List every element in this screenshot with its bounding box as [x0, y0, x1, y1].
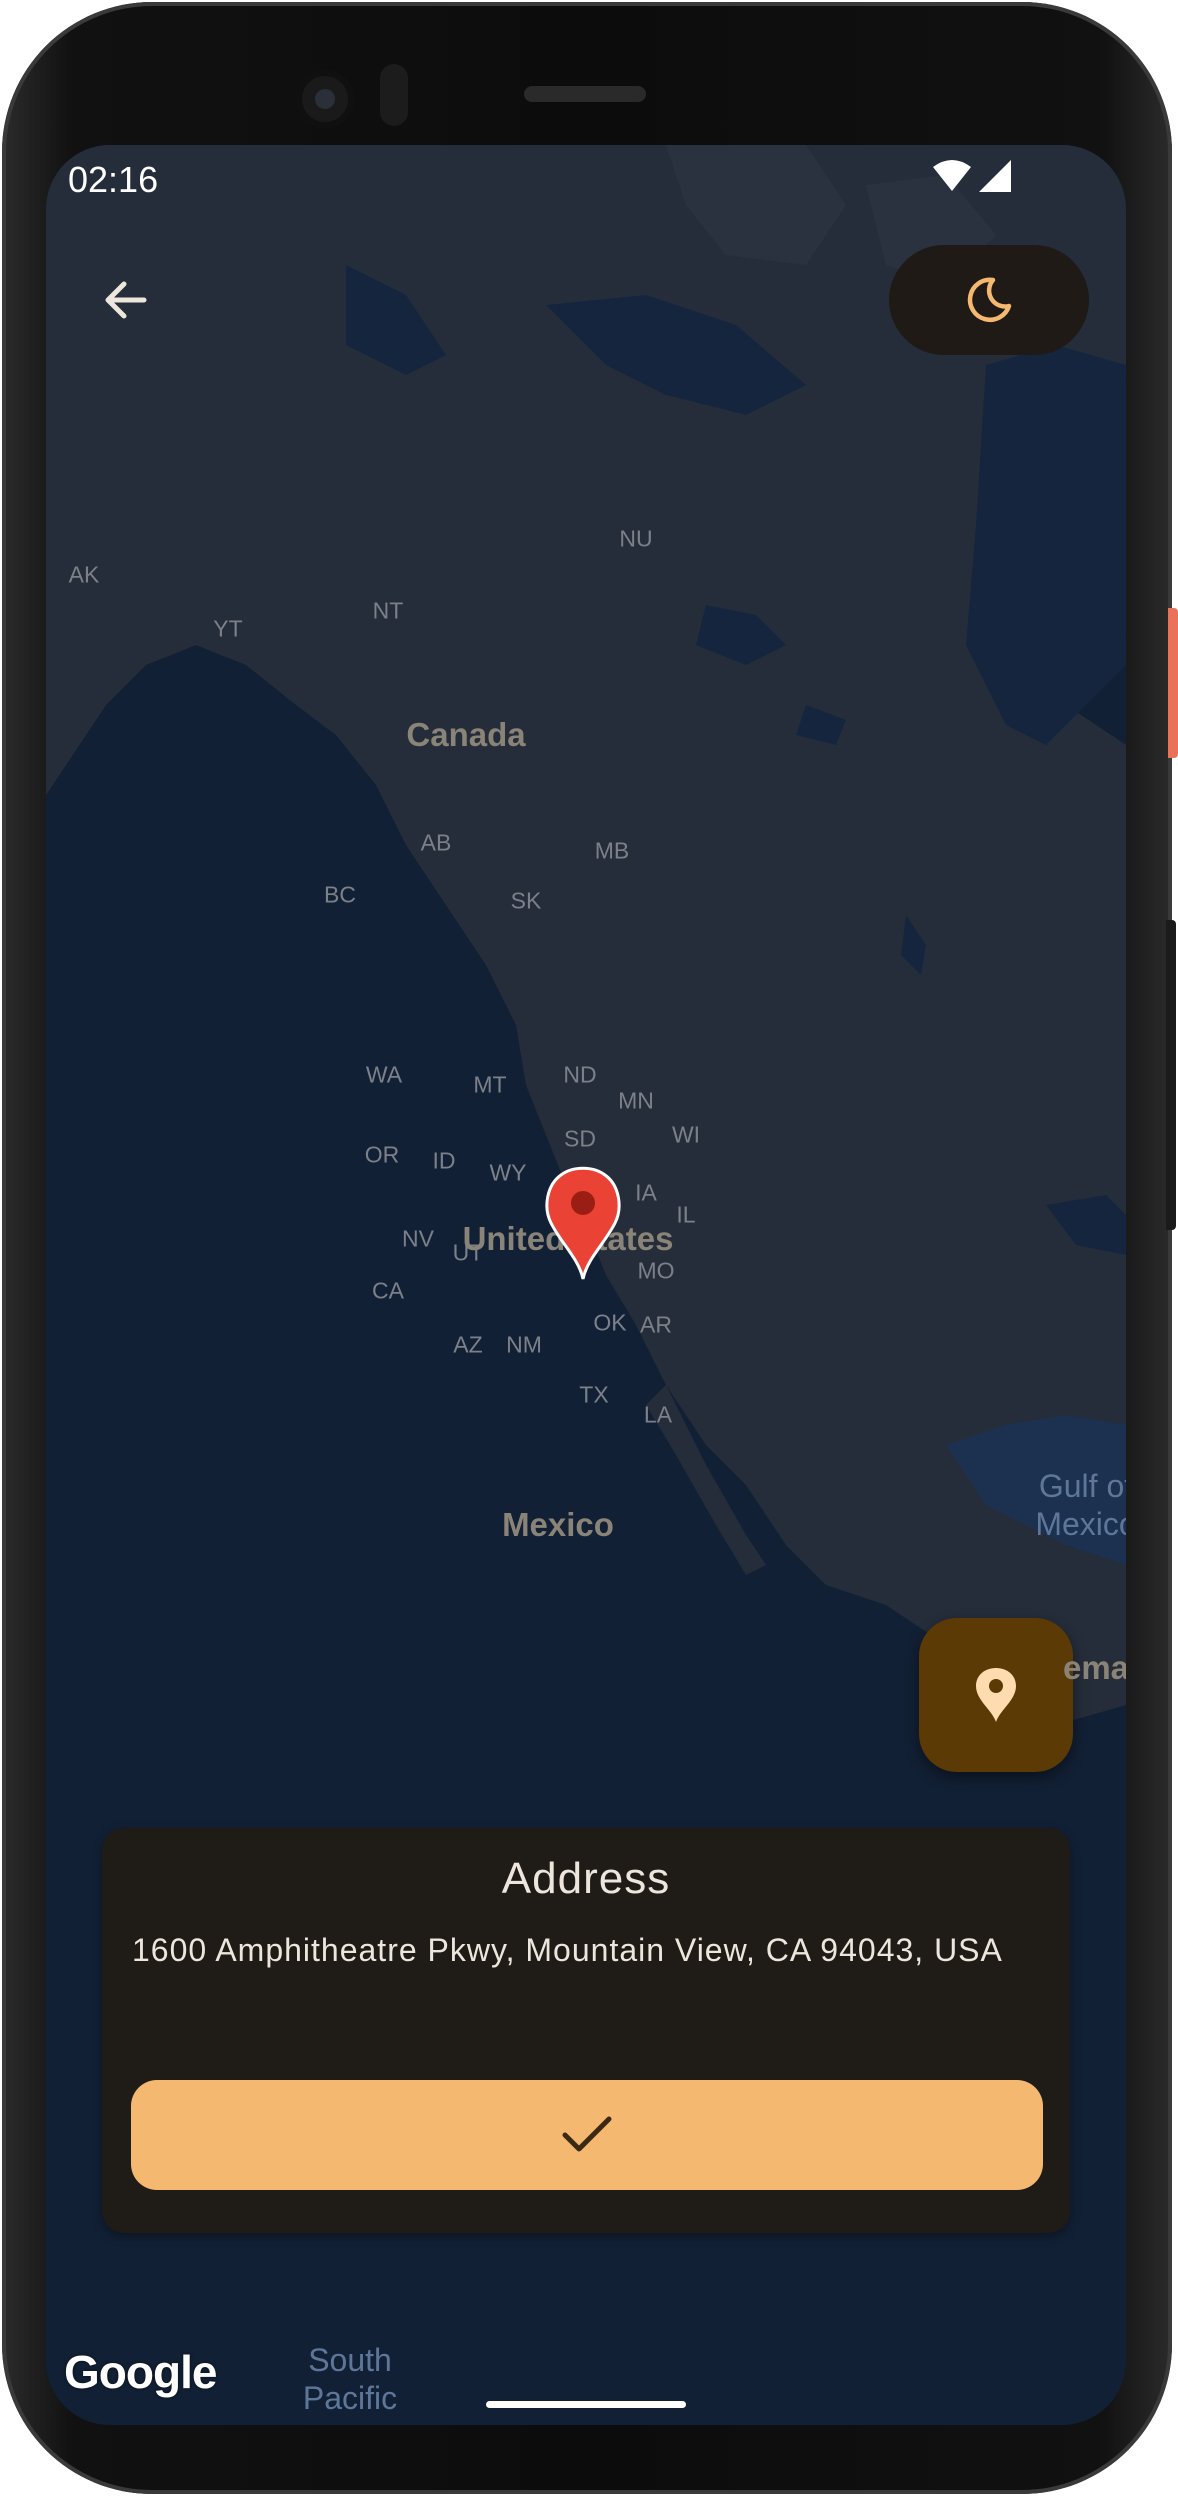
- status-icons: [932, 159, 1012, 193]
- power-button: [1168, 608, 1178, 758]
- arrow-left-icon: [105, 281, 147, 319]
- map-label-mb: MB: [594, 837, 630, 864]
- theme-toggle-button[interactable]: [889, 245, 1089, 355]
- map-label-ia: IA: [635, 1179, 657, 1206]
- check-icon: [562, 2116, 612, 2152]
- address-text: 1600 Amphitheatre Pkwy, Mountain View, C…: [132, 1932, 1003, 1968]
- map-label-wa: WA: [365, 1061, 403, 1088]
- map-label-la: LA: [643, 1401, 673, 1428]
- map-label-ar: AR: [640, 1311, 672, 1338]
- map-label-south-pacific: South Pacific: [303, 2341, 397, 2417]
- map-label-cut: ema: [1062, 1649, 1126, 1686]
- map-label-il: IL: [676, 1201, 696, 1228]
- map-label-id: ID: [432, 1147, 456, 1174]
- earpiece-speaker: [524, 86, 646, 102]
- map-label-yt: YT: [213, 615, 243, 642]
- address-card: Address 1600 Amphitheatre Pkwy, Mountain…: [102, 1828, 1070, 2233]
- map-label-wi: WI: [671, 1121, 701, 1148]
- map-label-bc: BC: [324, 881, 356, 908]
- map-label-canada: Canada: [406, 716, 526, 753]
- map-label-sk: SK: [510, 887, 542, 914]
- map-label-mexico: Mexico: [502, 1506, 614, 1543]
- south-pacific-text: South Pacific: [302, 2342, 398, 2416]
- map-label-ca: CA: [372, 1277, 404, 1304]
- map-label-nv: NV: [402, 1225, 434, 1252]
- gulf-of-mexico-text: Gulf of Mexico: [1035, 1468, 1126, 1542]
- google-attribution: Google: [64, 2346, 217, 2398]
- map-label-nt: NT: [372, 597, 404, 624]
- hudson-bay: [966, 345, 1126, 745]
- map-label-mt: MT: [473, 1071, 507, 1098]
- moon-icon: [967, 277, 1012, 323]
- map-label-tx: TX: [579, 1381, 609, 1408]
- map-label-az: AZ: [453, 1331, 483, 1358]
- front-camera: [296, 70, 354, 128]
- confirm-address-button[interactable]: [131, 2080, 1043, 2190]
- map-label-ok: OK: [593, 1309, 627, 1336]
- map-label-mo: MO: [637, 1257, 675, 1284]
- home-indicator[interactable]: [486, 2401, 686, 2408]
- locate-button[interactable]: [919, 1618, 1073, 1772]
- screen: AK YT NT NU Canada BC AB SK MB WA MT ND …: [46, 145, 1126, 2425]
- address-title: Address: [501, 1854, 671, 1903]
- map-label-mn: MN: [618, 1087, 654, 1114]
- map-label-wy: WY: [489, 1159, 527, 1186]
- camera-sensor: [380, 64, 408, 126]
- location-pin-icon: [976, 1668, 1016, 1722]
- map-label-gulf-of-mexico: Gulf of Mexico: [1035, 1467, 1126, 1543]
- map-label-sd: SD: [564, 1125, 596, 1152]
- map-label-nu: NU: [619, 525, 653, 552]
- signal-icon: [979, 160, 1011, 192]
- status-time: 02:16: [68, 159, 159, 200]
- map-label-ak: AK: [68, 561, 100, 588]
- map-label-or: OR: [364, 1141, 400, 1168]
- volume-button: [1166, 920, 1176, 1230]
- wifi-icon: [933, 160, 971, 191]
- map-label-nd: ND: [563, 1061, 597, 1088]
- map-label-nm: NM: [506, 1331, 542, 1358]
- back-button[interactable]: [86, 260, 166, 340]
- map-label-ab: AB: [420, 829, 452, 856]
- map-marker-icon[interactable]: [543, 1163, 623, 1283]
